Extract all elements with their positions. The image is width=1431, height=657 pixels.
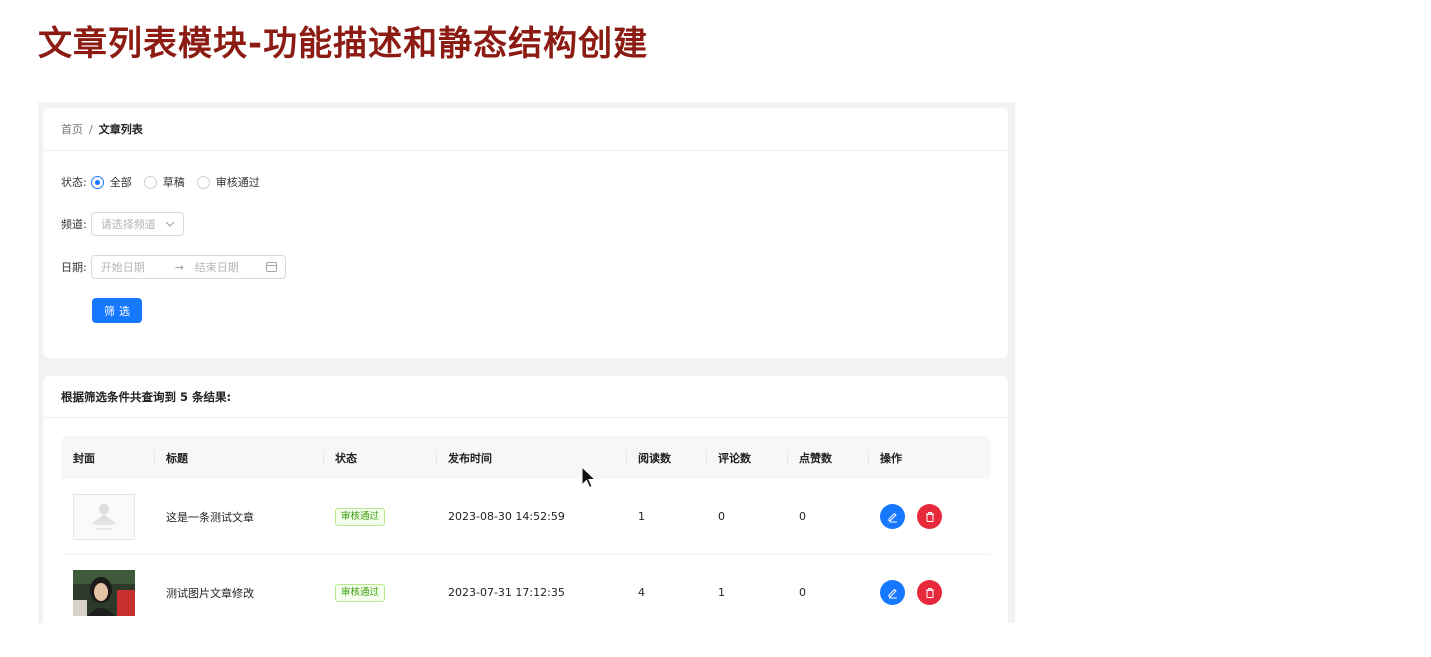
column-header: 阅读数: [626, 436, 706, 479]
edit-button[interactable]: [880, 504, 905, 529]
breadcrumb-home[interactable]: 首页: [61, 121, 83, 137]
radio-icon[interactable]: [143, 175, 157, 189]
status-radio-all[interactable]: 全部: [90, 174, 132, 190]
status-label: 状态:: [61, 176, 87, 189]
title-cell: 这是一条测试文章: [166, 510, 254, 524]
slide-title: 文章列表模块-功能描述和静态结构创建: [38, 24, 649, 64]
radio-label: 草稿: [162, 176, 185, 189]
delete-button[interactable]: [917, 504, 942, 529]
likes-cell: 0: [799, 586, 806, 599]
column-header: 点赞数: [787, 436, 868, 479]
breadcrumb-current: 文章列表: [98, 123, 143, 136]
table-row: 这是一条测试文章 审核通过 2023-08-30 14:52:59 1 0 0: [61, 479, 990, 555]
actions-cell: [868, 479, 990, 554]
status-badge: 审核通过: [335, 507, 386, 526]
delete-button[interactable]: [917, 580, 942, 605]
comments-cell: 0: [718, 510, 725, 523]
channel-label: 频道:: [61, 218, 87, 231]
column-header: 状态: [323, 436, 436, 479]
table-row: 测试图片文章修改 审核通过 2023-07-31 17:12:35 4 1 0: [61, 555, 990, 623]
results-card: 根据筛选条件共查询到 5 条结果: 封面 标题 状态 发布时间 阅读数 评论数 …: [43, 376, 1008, 623]
date-filter: 日期: 开始日期 → 结束日期: [61, 255, 286, 279]
column-header: 标题: [154, 436, 323, 479]
cover-placeholder-image: [73, 493, 135, 540]
title-cell: 测试图片文章修改: [166, 586, 254, 600]
radio-checked-icon[interactable]: [90, 175, 104, 189]
status-filter: 状态: 全部 草稿 审核通过: [61, 174, 272, 190]
status-radio-draft[interactable]: 草稿: [143, 174, 185, 190]
article-table: 封面 标题 状态 发布时间 阅读数 评论数 点赞数 操作 这是一条测试文章 审核…: [61, 436, 990, 623]
radio-label: 全部: [109, 176, 132, 189]
column-header: 评论数: [706, 436, 787, 479]
image-placeholder-icon: [93, 503, 115, 530]
edit-button[interactable]: [880, 580, 905, 605]
status-badge: 审核通过: [335, 583, 386, 602]
reads-cell: 4: [638, 586, 645, 599]
cover-cell: [61, 555, 154, 623]
likes-cell: 0: [799, 510, 806, 523]
filter-card: 首页 / 文章列表 状态: 全部 草稿 审核通过 频道: 请选择频道 日期: 开…: [43, 108, 1008, 358]
filter-button[interactable]: 筛选: [92, 298, 142, 323]
breadcrumb-separator: /: [89, 122, 93, 136]
radio-label: 审核通过: [215, 176, 260, 189]
cover-photo-image: [73, 569, 135, 616]
column-header: 封面: [73, 451, 95, 465]
channel-select[interactable]: 请选择频道: [90, 212, 184, 236]
column-header: 操作: [868, 436, 990, 479]
channel-placeholder: 请选择频道: [100, 218, 156, 231]
pubdate-cell: 2023-07-31 17:12:35: [448, 586, 565, 599]
chevron-down-icon: [165, 221, 175, 227]
calendar-icon: [265, 262, 277, 272]
date-end-input[interactable]: 结束日期: [195, 259, 266, 275]
actions-cell: [868, 555, 990, 623]
comments-cell: 1: [718, 586, 725, 599]
column-header: 发布时间: [436, 436, 626, 479]
date-range-arrow: →: [174, 260, 184, 274]
edit-icon: [888, 588, 897, 598]
edit-icon: [888, 512, 897, 522]
delete-icon: [925, 511, 934, 522]
radio-icon[interactable]: [196, 175, 210, 189]
reads-cell: 1: [638, 510, 645, 523]
channel-filter: 频道: 请选择频道: [61, 212, 184, 236]
breadcrumb: 首页 / 文章列表: [43, 108, 1008, 151]
results-summary: 根据筛选条件共查询到 5 条结果:: [43, 376, 1008, 418]
date-start-input[interactable]: 开始日期: [101, 259, 175, 275]
date-label: 日期:: [61, 261, 87, 274]
app-frame: 首页 / 文章列表 状态: 全部 草稿 审核通过 频道: 请选择频道 日期: 开…: [38, 102, 1015, 623]
date-range-picker[interactable]: 开始日期 → 结束日期: [90, 255, 286, 279]
status-radio-approved[interactable]: 审核通过: [196, 174, 260, 190]
table-header: 封面 标题 状态 发布时间 阅读数 评论数 点赞数 操作: [61, 436, 990, 479]
cover-cell: [61, 479, 154, 554]
mouse-cursor-icon: [581, 466, 597, 489]
pubdate-cell: 2023-08-30 14:52:59: [448, 510, 565, 523]
status-cell: 审核通过: [323, 555, 436, 623]
status-cell: 审核通过: [323, 479, 436, 554]
delete-icon: [925, 587, 934, 598]
